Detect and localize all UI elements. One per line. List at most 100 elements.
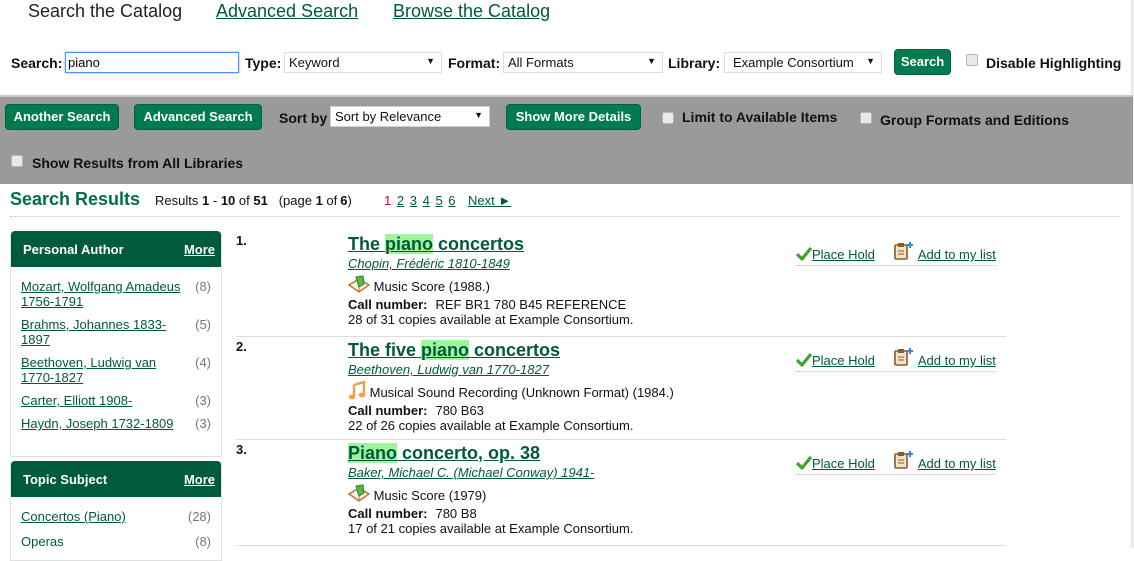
page-link[interactable]: 3 (410, 193, 417, 208)
place-hold-link[interactable]: Place Hold (812, 247, 875, 262)
page-link[interactable]: 2 (397, 193, 404, 208)
search-button[interactable]: Search (894, 49, 951, 75)
page-link-current: 1 (384, 193, 392, 208)
disable-highlighting-checkbox[interactable] (966, 54, 978, 66)
facet-item-link[interactable]: Mozart, Wolfgang Amadeus 1756-1791 (21, 279, 180, 309)
library-select-value: Example Consortium (733, 55, 854, 70)
advanced-search-button[interactable]: Advanced Search (134, 104, 262, 130)
facet-item-link[interactable]: Beethoven, Ludwig van 1770-1827 (21, 355, 156, 385)
add-to-list-link[interactable]: Add to my list (918, 456, 996, 471)
group-formats-checkbox[interactable] (860, 112, 872, 124)
title-text: concertos (469, 340, 561, 360)
facet-item-count: (3) (195, 416, 211, 431)
tab-browse-the-catalog[interactable]: Browse the Catalog (393, 1, 550, 22)
facet-personal-author: Personal Author More Mozart, Wolfgang Am… (10, 231, 222, 457)
facet-item-count: (28) (187, 509, 211, 524)
facet-header: Personal Author More (11, 231, 221, 267)
result-author-link[interactable]: Beethoven, Ludwig van 1770-1827 (348, 362, 549, 377)
library-label: Library: (668, 55, 721, 71)
page-suffix: ) (347, 193, 352, 208)
disable-highlighting-label: Disable Highlighting (986, 55, 1122, 71)
facet-item-count: (4) (195, 355, 211, 370)
format-select[interactable]: All Formats ▼ (503, 52, 663, 73)
type-select[interactable]: Keyword ▼ (284, 52, 442, 73)
facet-item-count: (8) (195, 279, 211, 294)
call-number-value: REF BR1 780 B45 REFERENCE (435, 297, 627, 312)
show-all-libraries-checkbox[interactable] (11, 155, 23, 167)
result-title-link[interactable]: The five piano concertos (348, 339, 768, 361)
result-row: 1. The piano concertos Chopin, Frédéric … (236, 233, 1006, 337)
results-summary: Results 1 - 10 of 51 (page 1 of 6) (155, 193, 352, 208)
search-input[interactable] (65, 52, 239, 73)
facet-item-link[interactable]: Operas (21, 534, 64, 549)
results-of: of (238, 193, 250, 208)
sort-label: Sort by (279, 110, 328, 126)
facet-item-link[interactable]: Brahms, Johannes 1833-1897 (21, 317, 166, 347)
checkmark-icon (795, 352, 813, 370)
facet-item-link[interactable]: Carter, Elliott 1908- (21, 393, 132, 408)
result-actions: Place Hold Add to my list (795, 347, 996, 372)
place-hold-link[interactable]: Place Hold (812, 353, 875, 368)
library-select[interactable]: Example Consortium ▼ (724, 52, 882, 73)
facet-item: Haydn, Joseph 1732-1809 (3) (11, 412, 221, 435)
format-text: Music Score (1988.) (373, 279, 490, 294)
result-format: Musical Sound Recording (Unknown Format)… (348, 380, 768, 403)
facet-item: Concertos (Piano) (28) (11, 505, 221, 528)
title-text: concertos (433, 234, 525, 254)
format-text: Music Score (1979) (373, 488, 487, 503)
result-title-link[interactable]: The piano concertos (348, 233, 768, 255)
add-to-list-clipboard-icon (893, 450, 915, 473)
facet-item: Carter, Elliott 1908- (3) (11, 389, 221, 412)
place-hold-link[interactable]: Place Hold (812, 456, 875, 471)
pages-total: 6 (340, 193, 348, 208)
result-actions: Place Hold Add to my list (795, 450, 996, 475)
call-number-label: Call number: (348, 403, 428, 418)
result-body: Piano concerto, op. 38 Baker, Michael C.… (347, 442, 768, 536)
availability: 17 of 21 copies available at Example Con… (348, 521, 634, 536)
facet-more-link[interactable]: More (184, 242, 215, 257)
results-start: 1 (201, 193, 210, 208)
facet-title: Topic Subject (23, 472, 108, 487)
sort-select[interactable]: Sort by Relevance ▼ (330, 106, 490, 127)
result-author-link[interactable]: Baker, Michael C. (Michael Conway) 1941- (348, 465, 594, 480)
call-number-label: Call number: (348, 297, 428, 312)
result-row: 2. The five piano concertos Beethoven, L… (236, 339, 1006, 440)
tab-advanced-search[interactable]: Advanced Search (216, 1, 358, 22)
results-header: Search Results Results 1 - 10 of 51 (pag… (10, 189, 1120, 217)
results-word: Results (155, 193, 199, 208)
result-author-link[interactable]: Chopin, Frédéric 1810-1849 (348, 256, 510, 271)
facet-item: Mozart, Wolfgang Amadeus 1756-1791 (8) (11, 275, 221, 313)
limit-available-checkbox[interactable] (662, 112, 674, 124)
dropdown-arrow-icon: ▼ (647, 56, 656, 66)
facet-item-link[interactable]: Haydn, Joseph 1732-1809 (21, 416, 174, 431)
next-page-link[interactable]: Next ► (468, 193, 511, 208)
show-more-details-button[interactable]: Show More Details (506, 104, 641, 130)
type-select-value: Keyword (289, 55, 340, 70)
call-number: Call number: 780 B63 (348, 403, 768, 418)
add-to-list-link[interactable]: Add to my list (918, 247, 996, 262)
facet-item: Operas (8) (11, 528, 221, 553)
call-number: Call number: 780 B8 (348, 506, 768, 521)
dropdown-arrow-icon: ▼ (474, 110, 483, 120)
result-row: 3. Piano concerto, op. 38 Baker, Michael… (236, 442, 1006, 546)
format-select-value: All Formats (508, 55, 574, 70)
another-search-button[interactable]: Another Search (5, 104, 119, 130)
page-link[interactable]: 5 (435, 193, 442, 208)
result-body: The five piano concertos Beethoven, Ludw… (348, 339, 768, 433)
facet-item-count: (5) (195, 317, 211, 332)
music-score-icon (347, 484, 371, 504)
result-title-link[interactable]: Piano concerto, op. 38 (348, 442, 768, 464)
facet-item: Beethoven, Ludwig van 1770-1827 (4) (11, 351, 221, 389)
group-formats-label: Group Formats and Editions (880, 112, 1070, 128)
facet-item-link[interactable]: Concertos (Piano) (21, 509, 126, 524)
page-prefix: (page (278, 193, 312, 208)
call-number-value: 780 B8 (435, 506, 477, 521)
page-link[interactable]: 6 (448, 193, 455, 208)
page-link[interactable]: 4 (423, 193, 430, 208)
format-label: Format: (448, 55, 501, 71)
facet-topic-subject: Topic Subject More Concertos (Piano) (28)… (10, 461, 222, 561)
call-number-value: 780 B63 (435, 403, 484, 418)
add-to-list-link[interactable]: Add to my list (918, 353, 996, 368)
facet-more-link[interactable]: More (184, 472, 215, 487)
show-all-libraries-label: Show Results from All Libraries (32, 155, 244, 171)
